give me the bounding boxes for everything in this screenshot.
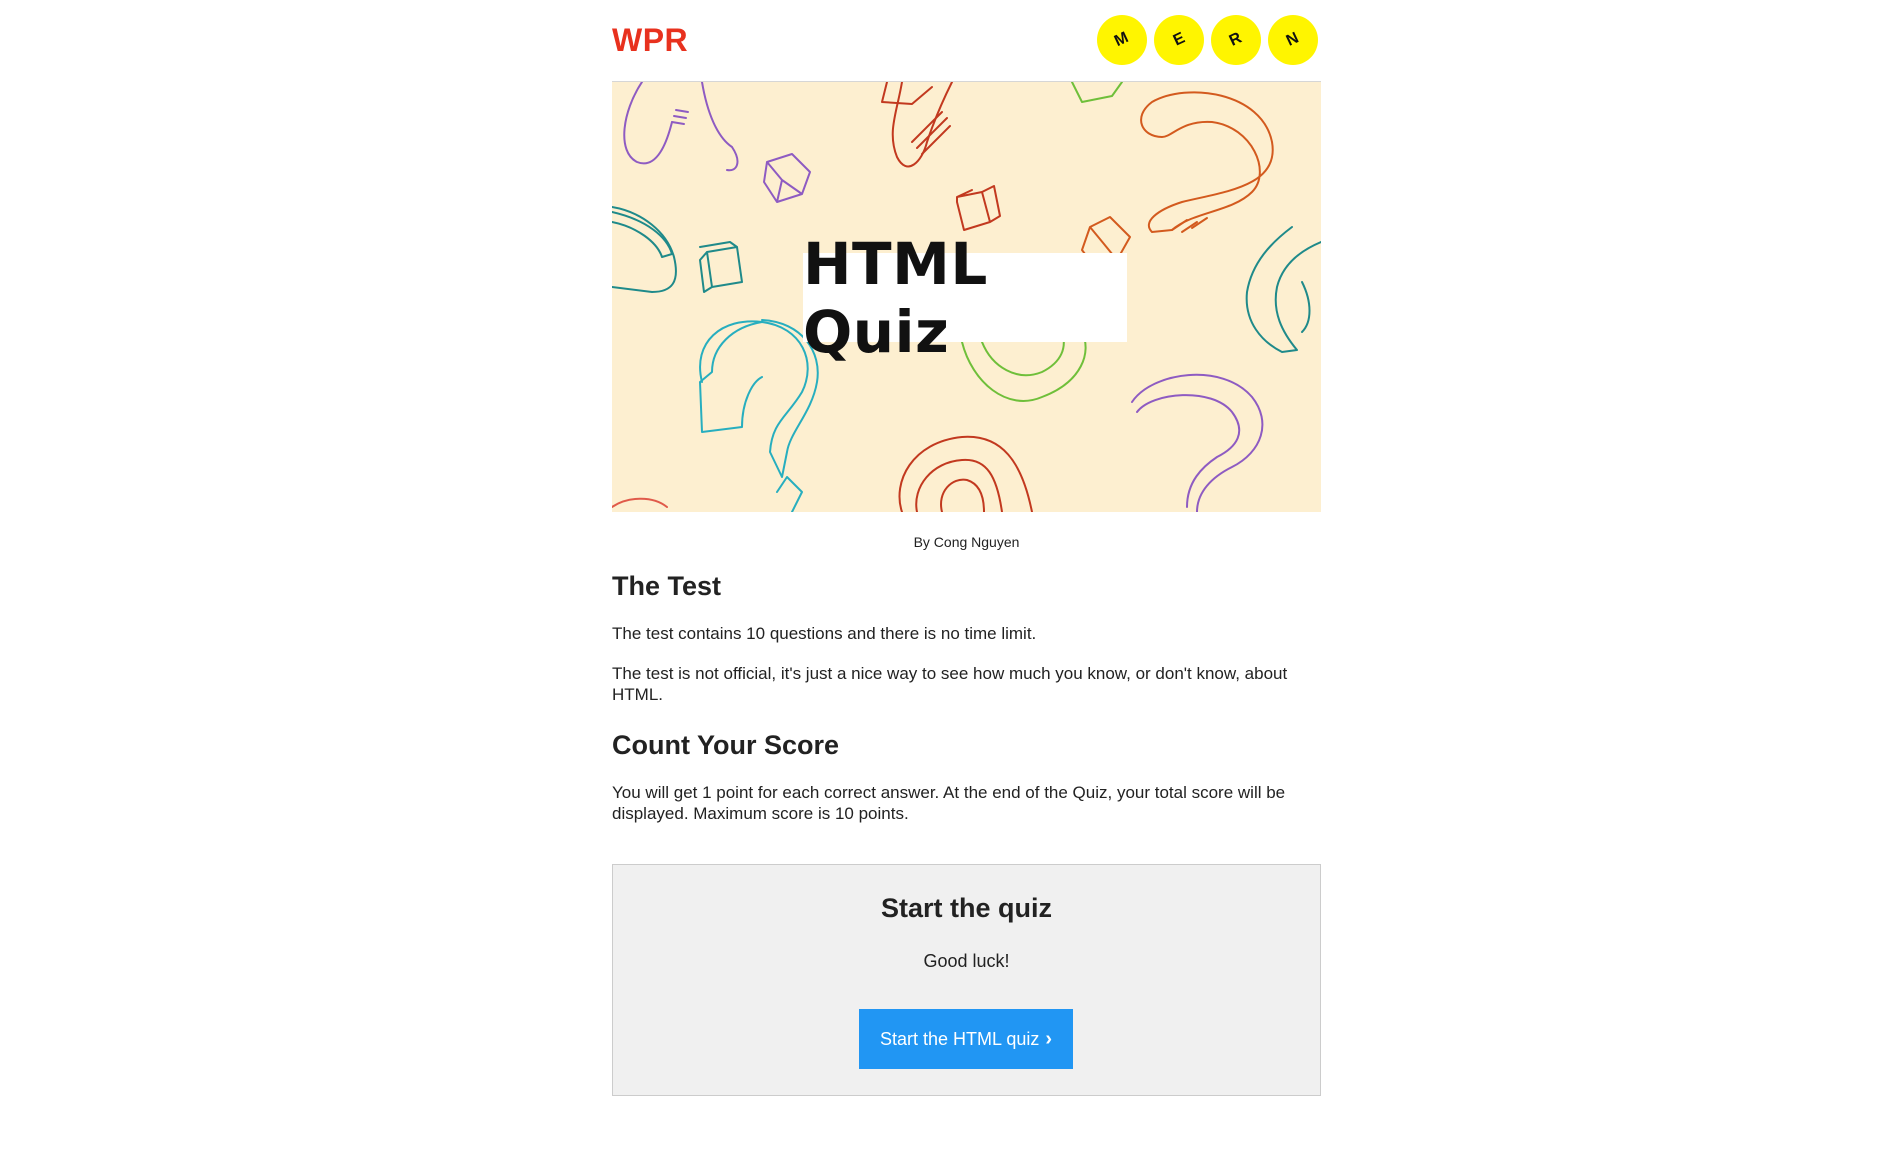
avatar-letter: M (1112, 29, 1132, 51)
avatar-letter: N (1283, 29, 1302, 50)
start-quiz-title: Start the quiz (880, 893, 1052, 923)
main-container: WPR M E R N HTML Quiz By Cong Nguyen The… (612, 0, 1321, 1096)
banner-title-box: HTML Quiz (803, 230, 1127, 366)
banner-title: HTML Quiz (803, 229, 988, 366)
avatar-letter: R (1226, 29, 1245, 50)
avatar-letter: E (1170, 29, 1188, 50)
section-the-test: The Test The test contains 10 questions … (612, 571, 1321, 705)
avatar-r[interactable]: R (1211, 15, 1261, 65)
section-paragraph: The test contains 10 questions and there… (612, 624, 1037, 643)
section-heading: Count Your Score (612, 730, 840, 760)
start-quiz-panel: Start the quiz Good luck! Start the HTML… (612, 864, 1321, 1096)
quiz-banner: HTML Quiz (612, 82, 1321, 512)
start-quiz-button-label: Start the HTML quiz (879, 1028, 1040, 1049)
page: WPR M E R N HTML Quiz By Cong Nguyen The… (0, 0, 1903, 1150)
start-quiz-subtitle: Good luck! (923, 951, 1010, 971)
start-quiz-button[interactable]: Start the HTML quiz › (859, 1009, 1073, 1069)
avatar-m[interactable]: M (1097, 15, 1147, 65)
avatar-e[interactable]: E (1154, 15, 1204, 65)
section-paragraph: You will get 1 point for each correct an… (612, 783, 1286, 823)
section-heading: The Test (612, 571, 722, 601)
member-avatars: M E R N (1097, 15, 1318, 65)
byline: By Cong Nguyen (913, 534, 1020, 550)
section-paragraph: The test is not official, it's just a ni… (612, 664, 1288, 704)
section-count-your-score: Count Your Score You will get 1 point fo… (612, 730, 1321, 824)
header: WPR M E R N (612, 0, 1321, 82)
logo[interactable]: WPR (612, 22, 688, 59)
avatar-n[interactable]: N (1268, 15, 1318, 65)
chevron-right-icon: › (1045, 1027, 1053, 1050)
